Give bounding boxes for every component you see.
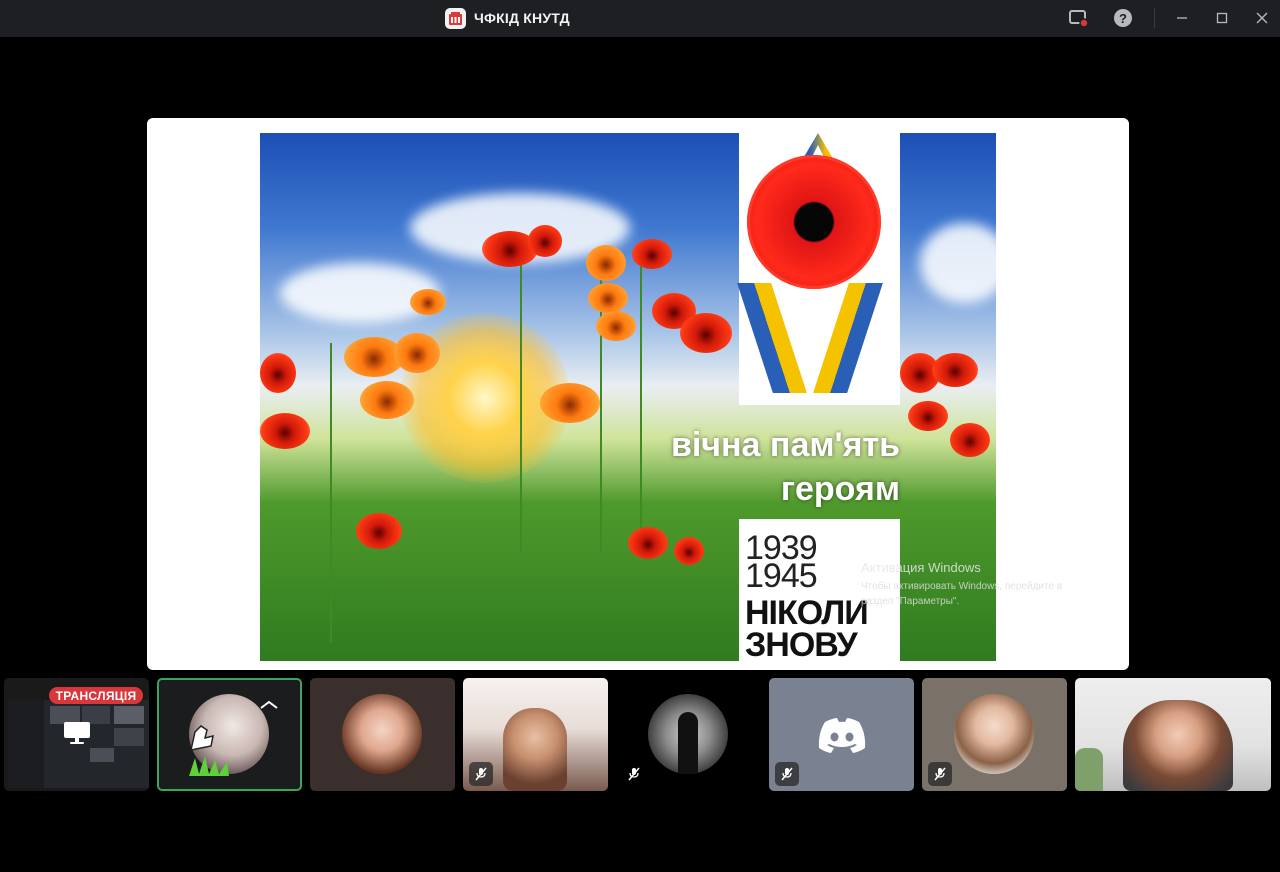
participant-tile-camera[interactable] xyxy=(463,678,608,791)
participant-tile[interactable] xyxy=(616,678,761,791)
help-icon[interactable]: ? xyxy=(1111,6,1135,30)
poppy xyxy=(674,537,704,565)
poppy xyxy=(680,313,732,353)
participant-tile-stream[interactable]: ТРАНСЛЯЦІЯ xyxy=(4,678,149,791)
poppy xyxy=(596,311,636,341)
poppy-emblem-icon xyxy=(747,155,881,289)
poster-slogan: НІКОЛИ ЗНОВУ xyxy=(745,594,869,661)
participant-avatar xyxy=(954,694,1034,774)
poppy xyxy=(632,239,672,269)
participant-avatar xyxy=(342,694,422,774)
discord-logo-icon xyxy=(817,716,867,759)
screen-record-icon[interactable] xyxy=(1066,6,1090,30)
poppy xyxy=(394,333,440,373)
sparkle-icon xyxy=(259,700,279,721)
stem xyxy=(640,253,642,553)
muted-mic-icon xyxy=(775,762,799,786)
poppy xyxy=(586,245,626,281)
poppy xyxy=(540,383,600,423)
stem xyxy=(330,343,332,643)
participant-tile[interactable] xyxy=(922,678,1067,791)
poppy xyxy=(260,353,296,393)
app-title-group: ЧФКІД КНУТД xyxy=(445,7,570,29)
poster-tagline: вічна пам'ять героям xyxy=(671,423,900,511)
poppy xyxy=(260,413,310,449)
memorial-emblem-panel xyxy=(737,133,900,405)
title-bar: ЧФКІД КНУТД ? xyxy=(0,0,1280,37)
watermark-line-2: раздел "Параметры". xyxy=(861,596,960,607)
poppy xyxy=(932,353,978,387)
participant-tile[interactable] xyxy=(769,678,914,791)
app-logo-icon xyxy=(445,7,466,29)
screen-share-icon xyxy=(63,721,91,750)
poppy xyxy=(628,527,668,559)
windows-activation-watermark: Активация Windows Чтобы активировать Win… xyxy=(861,560,1062,609)
poppy xyxy=(908,401,948,431)
participant-video-feed xyxy=(503,708,567,791)
muted-mic-icon xyxy=(622,762,646,786)
poppy xyxy=(528,225,562,257)
poppy xyxy=(360,381,414,419)
watermark-title: Активация Windows xyxy=(861,560,981,575)
tagline-line-2: героям xyxy=(780,470,900,508)
minimize-icon[interactable] xyxy=(1170,6,1194,30)
poppy xyxy=(356,513,402,549)
muted-mic-icon xyxy=(928,762,952,786)
slogan-line-2: ЗНОВУ xyxy=(745,626,858,661)
ribbon-right xyxy=(813,283,883,393)
participant-tile-speaking[interactable] xyxy=(157,678,302,791)
participant-video-feed xyxy=(1123,700,1233,791)
tagline-line-1: вічна пам'ять xyxy=(670,426,900,464)
live-stream-badge: ТРАНСЛЯЦІЯ xyxy=(49,687,143,704)
window-title: ЧФКІД КНУТД xyxy=(474,10,570,26)
close-icon[interactable] xyxy=(1250,6,1274,30)
poppy xyxy=(410,289,446,315)
grass-sticker-icon xyxy=(187,754,231,783)
slogan-line-1: НІКОЛИ xyxy=(745,594,869,632)
svg-text:?: ? xyxy=(1119,11,1127,26)
maximize-icon[interactable] xyxy=(1210,6,1234,30)
participant-tile[interactable] xyxy=(310,678,455,791)
plant-decoration xyxy=(1075,748,1103,791)
poppy xyxy=(588,283,628,313)
ribbon-left xyxy=(737,283,807,393)
poster-years: 1939 1945 xyxy=(745,531,818,595)
watermark-line-1: Чтобы активировать Windows, перейдите в xyxy=(861,581,1063,592)
poppy xyxy=(950,423,990,457)
stem xyxy=(520,253,522,553)
years-line-2: 1945 xyxy=(745,557,818,595)
titlebar-divider xyxy=(1154,8,1155,28)
muted-mic-icon xyxy=(469,762,493,786)
participant-tile-camera[interactable] xyxy=(1075,678,1271,791)
participant-avatar xyxy=(648,694,728,774)
